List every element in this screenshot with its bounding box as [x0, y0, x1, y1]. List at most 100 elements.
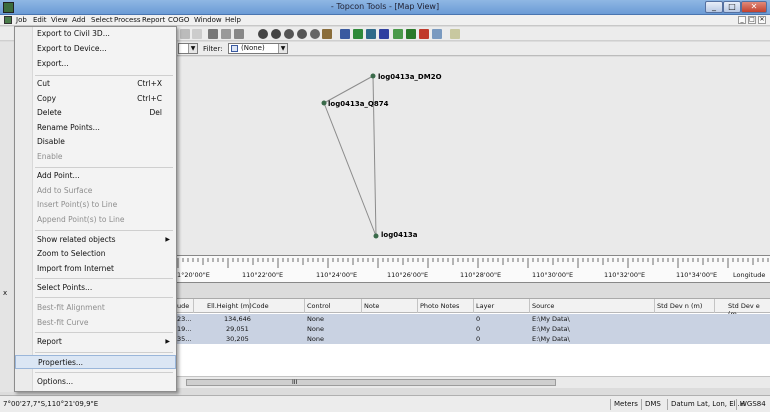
menu-cogo[interactable]: COGO [168, 16, 189, 24]
cell: None [307, 335, 324, 343]
units-indicator[interactable]: Meters [610, 399, 641, 410]
menu-item-select-points[interactable]: Select Points... [15, 281, 176, 295]
ruler-tick-label: 110°30'00"E [532, 271, 574, 279]
ellipsoid-indicator[interactable]: WGS84 [736, 399, 769, 410]
menu-item-export[interactable]: Export... [15, 57, 176, 71]
column-header[interactable]: Note [364, 302, 379, 310]
line-segment[interactable] [323, 102, 377, 237]
column-header[interactable]: Layer [476, 302, 494, 310]
menu-item-import-internet[interactable]: Import from Internet [15, 262, 176, 276]
menu-item-disable[interactable]: Disable [15, 135, 176, 149]
menu-item-properties[interactable]: Properties... [15, 355, 176, 369]
scrollbar-thumb[interactable]: III [186, 379, 556, 386]
mdi-minimize-button[interactable]: _ [738, 16, 746, 24]
menu-item-add-to-surface: Add to Surface [37, 186, 93, 195]
menu-select[interactable]: Select [91, 16, 113, 24]
tree-icon[interactable] [406, 29, 416, 39]
maximize-button[interactable]: □ [723, 1, 741, 13]
menu-item-export-device[interactable]: Export to Device... [15, 42, 176, 56]
close-button[interactable]: ✕ [741, 1, 767, 13]
menu-item-enable: Enable [37, 152, 63, 161]
table-view-icon[interactable] [340, 29, 350, 39]
mdi-restore-button[interactable]: □ [748, 16, 756, 24]
cell: E:\My Data\ [532, 335, 570, 343]
grid-view-icon[interactable] [366, 29, 376, 39]
menu-item-rename-points[interactable]: Rename Points... [15, 121, 176, 135]
menu-window[interactable]: Window [194, 16, 222, 24]
menu-edit[interactable]: Edit [33, 16, 47, 24]
menu-view[interactable]: View [51, 16, 68, 24]
column-header[interactable]: Code [252, 302, 269, 310]
zoom-in-icon[interactable] [258, 29, 268, 39]
copy-icon[interactable] [221, 29, 231, 39]
column-header[interactable]: Control [307, 302, 331, 310]
menu-process[interactable]: Process [114, 16, 141, 24]
menu-item-delete[interactable]: Delete Del [15, 106, 176, 120]
mdi-close-button[interactable]: ✕ [758, 16, 766, 24]
adjust-icon[interactable] [393, 29, 403, 39]
map-canvas[interactable]: log0413a_DM2O log0413a_Q874 log0413a [176, 57, 770, 255]
horizontal-scrollbar[interactable]: III [176, 376, 770, 388]
close-icon[interactable]: x [3, 289, 7, 297]
zoom-extents-icon[interactable] [297, 29, 307, 39]
column-header[interactable]: Ell.Height (m) [207, 302, 252, 310]
menu-job[interactable]: Job [16, 16, 27, 24]
ruler-tick-label: 1°20'00"E [177, 271, 210, 279]
point-marker[interactable] [321, 100, 327, 106]
menu-separator [35, 230, 173, 231]
layer-combo[interactable]: ▼ [178, 43, 198, 54]
column-header[interactable]: ude [177, 302, 189, 310]
zoom-selection-icon[interactable] [310, 29, 320, 39]
minimize-button[interactable]: _ [705, 1, 723, 13]
column-header[interactable]: Source [532, 302, 554, 310]
table-header: ude Ell.Height (m) Code Control Note Pho… [176, 299, 770, 318]
menu-item-copy[interactable]: Copy Ctrl+C [15, 92, 176, 106]
menu-separator [35, 75, 173, 76]
menu-item-options[interactable]: Options... [15, 375, 176, 389]
menu-item-show-related[interactable]: Show related objects ▶ [15, 233, 176, 247]
menu-help[interactable]: Help [225, 16, 241, 24]
table-row[interactable]: 19... 29,051 None 0 E:\My Data\ [176, 324, 770, 334]
cell: None [307, 325, 324, 333]
point-label: log0413a [381, 231, 418, 239]
table-row[interactable]: 23... 134,646 None 0 E:\My Data\ [176, 314, 770, 324]
paste-icon[interactable] [234, 29, 244, 39]
ruler-tick-label: 110°28'00"E [460, 271, 502, 279]
point-marker[interactable] [373, 233, 379, 239]
occupation-view-icon[interactable] [379, 29, 389, 39]
menu-separator [35, 278, 173, 279]
menu-item-cut[interactable]: Cut Ctrl+X [15, 77, 176, 91]
map-view-icon[interactable] [353, 29, 363, 39]
menu-item-zoom-selection[interactable]: Zoom to Selection [15, 247, 176, 261]
ruler-tick-label: 110°32'00"E [604, 271, 646, 279]
menu-item-export-civil3d[interactable]: Export to Civil 3D... [15, 27, 176, 41]
column-header[interactable]: Photo Notes [420, 302, 459, 310]
line-segment[interactable] [323, 75, 374, 104]
pan-hand-icon[interactable] [322, 29, 332, 39]
point-marker[interactable] [370, 73, 376, 79]
menu-item-add-point[interactable]: Add Point... [15, 169, 176, 183]
cut-icon[interactable] [208, 29, 218, 39]
job-menu: Export to Civil 3D... Export to Device..… [14, 26, 177, 392]
help-pointer-icon[interactable] [450, 29, 460, 39]
zoom-out-icon[interactable] [271, 29, 281, 39]
menu-add[interactable]: Add [72, 16, 86, 24]
filter-label: Filter: [203, 45, 223, 53]
undo-icon[interactable] [180, 29, 190, 39]
cursor-coordinates: 7°00'27,7"S,110°21'09,9"E [3, 400, 99, 408]
menu-report[interactable]: Report [142, 16, 165, 24]
report-icon[interactable] [432, 29, 442, 39]
table-row[interactable]: 35... 30,205 None 0 E:\My Data\ [176, 334, 770, 344]
column-header[interactable]: Std Dev n (m) [657, 302, 702, 310]
menu-item-report[interactable]: Report ▶ [15, 335, 176, 349]
menu-item-bestfit-alignment: Best-fit Alignment [37, 303, 105, 312]
cell: 19... [177, 325, 192, 333]
redo-icon[interactable] [192, 29, 202, 39]
menu-separator [35, 297, 173, 298]
zoom-window-icon[interactable] [284, 29, 294, 39]
process-icon[interactable] [419, 29, 429, 39]
filter-select[interactable]: (None) ▼ [228, 43, 288, 54]
cell: E:\My Data\ [532, 315, 570, 323]
map-view[interactable]: log0413a_DM2O log0413a_Q874 log0413a [176, 57, 770, 255]
angle-format-indicator[interactable]: DMS [641, 399, 664, 410]
